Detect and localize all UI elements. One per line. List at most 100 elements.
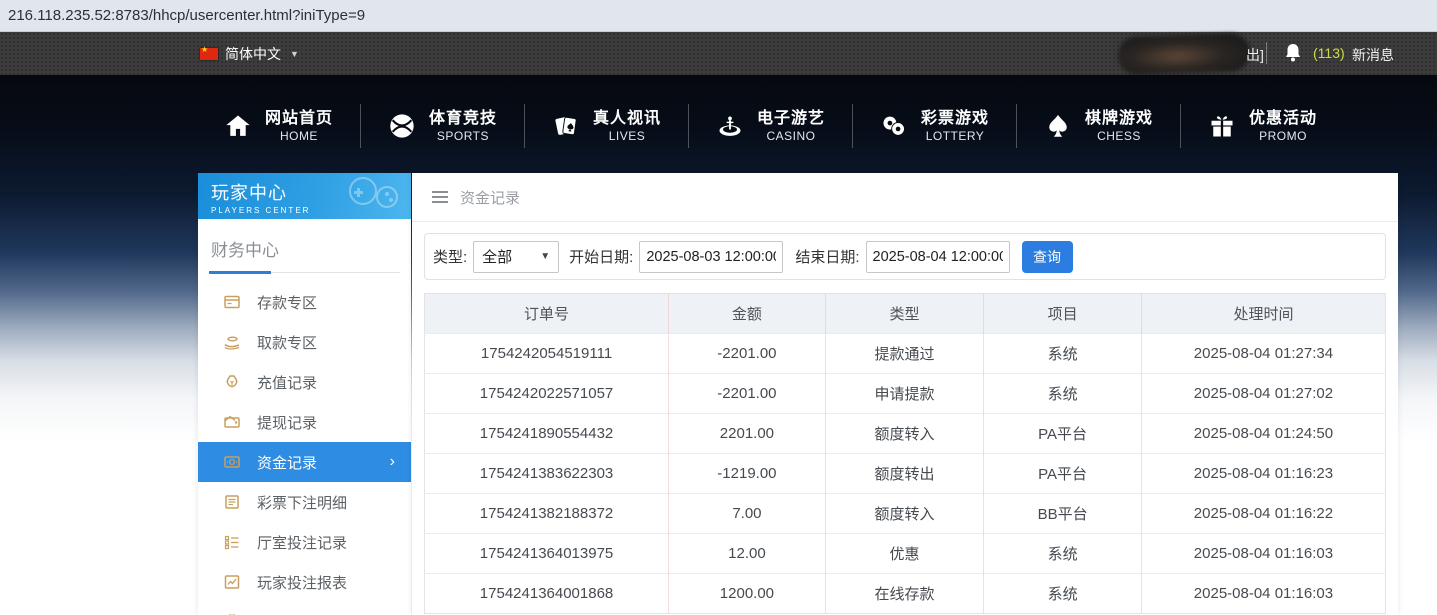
finance-heading-underline [209,271,400,274]
sidebar-item-label: 优惠申请 [257,612,317,615]
type-select[interactable]: 全部 ▼ [473,241,559,273]
gift-icon [1208,112,1236,140]
table-row: 1754242054519111 -2201.00 提款通过 系统 2025-0… [425,334,1386,374]
nav-item-home[interactable]: 网站首页 HOME [197,109,360,144]
message-count[interactable]: (113) [1313,45,1345,61]
cell-type: 申请提款 [825,374,984,414]
cell-order-no: 1754241364001868 [425,574,669,614]
bell-icon[interactable] [1283,42,1303,64]
hamburger-menu-icon[interactable] [432,191,448,203]
col-header-order-no: 订单号 [425,294,669,334]
home-icon [224,112,252,140]
page-url[interactable]: 216.118.235.52:8783/hhcp/usercenter.html… [8,7,365,24]
nav-label-en: PROMO [1259,129,1307,144]
nav-label-en: SPORTS [437,129,489,144]
page-title: 资金记录 [460,187,520,208]
cell-project: 系统 [984,334,1142,374]
nav-item-casino[interactable]: 电子游艺 CASINO [689,109,852,144]
sidebar-item-lottery-bet-detail[interactable]: 彩票下注明细 [198,482,411,522]
table-row: 1754241383622303 -1219.00 额度转出 PA平台 2025… [425,454,1386,494]
cell-type: 提款通过 [825,334,984,374]
chevron-down-icon: ▼ [290,49,299,59]
sidebar-item-label: 取款专区 [257,332,317,353]
deposit-card-icon [223,293,241,311]
end-date-input[interactable] [866,241,1010,273]
sidebar-item-deposit-zone[interactable]: 存款专区 [198,282,411,322]
nav-label-zh: 体育竞技 [429,109,497,129]
sidebar-item-promo-apply[interactable]: 优惠申请 [198,602,411,615]
cell-amount: 7.00 [669,494,826,534]
report-chart-icon [223,573,241,591]
cell-amount: 12.00 [669,534,826,574]
language-label: 简体中文 [225,44,281,64]
site-top-bar: 简体中文 ▼ 出] (113) 新消息 [0,32,1437,75]
nav-item-chess[interactable]: 棋牌游戏 CHESS [1017,109,1180,144]
col-header-type: 类型 [825,294,984,334]
spade-icon [1044,112,1072,140]
sidebar-item-label: 彩票下注明细 [257,492,347,513]
col-header-amount: 金额 [669,294,826,334]
new-messages-link[interactable]: 新消息 [1352,45,1394,65]
cell-process-time: 2025-08-04 01:16:22 [1141,494,1385,534]
cell-amount: -2201.00 [669,374,826,414]
table-row: 1754242022571057 -2201.00 申请提款 系统 2025-0… [425,374,1386,414]
cell-type: 额度转入 [825,414,984,454]
withdraw-record-icon [223,413,241,431]
browser-url-bar[interactable]: 216.118.235.52:8783/hhcp/usercenter.html… [0,0,1437,32]
start-date-input[interactable] [639,241,783,273]
nav-label-en: CASINO [766,129,815,144]
sidebar-item-recharge-record[interactable]: 充值记录 [198,362,411,402]
cell-order-no: 1754242054519111 [425,334,669,374]
sidebar-item-hall-bet-record[interactable]: 厅室投注记录 [198,522,411,562]
cell-amount: 1200.00 [669,574,826,614]
cell-process-time: 2025-08-04 01:27:02 [1141,374,1385,414]
cell-project: PA平台 [984,454,1142,494]
cell-project: BB平台 [984,494,1142,534]
cell-process-time: 2025-08-04 01:27:34 [1141,334,1385,374]
cell-order-no: 1754241383622303 [425,454,669,494]
sidebar-item-withdraw-record[interactable]: 提现记录 [198,402,411,442]
nav-item-sports[interactable]: 体育竞技 SPORTS [361,109,524,144]
roulette-icon [716,112,744,140]
nav-item-lives[interactable]: 真人视讯 LIVES [525,109,688,144]
sidebar-item-funds-record[interactable]: 资金记录 › [198,442,411,482]
cell-project: 系统 [984,574,1142,614]
cell-process-time: 2025-08-04 01:24:50 [1141,414,1385,454]
nav-item-promo[interactable]: 优惠活动 PROMO [1181,109,1344,144]
player-center-sidebar: 玩家中心 PLAYERS CENTER 财务中心 存款专区 [198,173,411,615]
query-button[interactable]: 查询 [1022,241,1073,273]
sports-ball-icon [388,112,416,140]
table-header-row: 订单号 金额 类型 项目 处理时间 [425,294,1386,334]
sidebar-item-label: 玩家投注报表 [257,572,347,593]
lottery-balls-icon [880,112,908,140]
cell-type: 优惠 [825,534,984,574]
sidebar-item-withdraw-zone[interactable]: 取款专区 [198,322,411,362]
table-row: 1754241364001868 1200.00 在线存款 系统 2025-08… [425,574,1386,614]
language-selector[interactable]: 简体中文 ▼ [200,32,299,75]
withdraw-hand-icon [223,333,241,351]
sidebar-item-label: 存款专区 [257,292,317,313]
divider [1266,42,1267,64]
hall-bet-icon [223,533,241,551]
funds-record-table: 订单号 金额 类型 项目 处理时间 1754242054519111 -2201… [424,293,1386,614]
funds-record-panel: 资金记录 类型: 全部 ▼ 开始日期: 结束日期: 查询 订单号 金额 类型 [412,173,1398,615]
cell-process-time: 2025-08-04 01:16:03 [1141,574,1385,614]
cell-project: 系统 [984,374,1142,414]
nav-label-zh: 网站首页 [265,109,333,129]
nav-item-lottery[interactable]: 彩票游戏 LOTTERY [853,109,1016,144]
nav-label-en: CHESS [1097,129,1141,144]
cell-type: 额度转入 [825,494,984,534]
cell-amount: 2201.00 [669,414,826,454]
nav-label-en: LIVES [609,129,646,144]
type-select-value: 全部 [482,246,512,267]
sidebar-item-label: 厅室投注记录 [257,532,347,553]
nav-label-en: LOTTERY [926,129,985,144]
logout-link-partial[interactable]: 出] [1246,45,1264,65]
cell-order-no: 1754242022571057 [425,374,669,414]
cell-process-time: 2025-08-04 01:16:23 [1141,454,1385,494]
cell-order-no: 1754241364013975 [425,534,669,574]
gamepad-icon [343,175,405,215]
sidebar-item-player-bet-report[interactable]: 玩家投注报表 [198,562,411,602]
recharge-bag-icon [223,373,241,391]
redacted-username-blur [1117,33,1250,76]
